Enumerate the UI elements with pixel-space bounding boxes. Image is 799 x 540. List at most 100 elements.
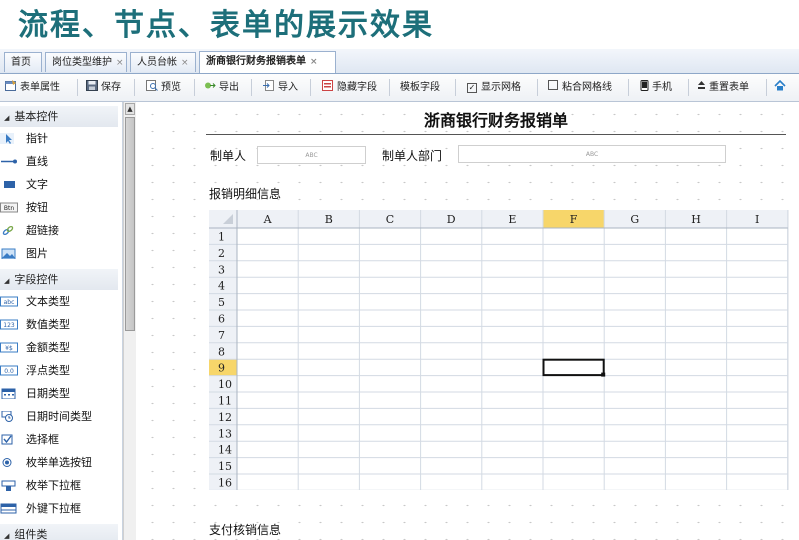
column-header-G[interactable]: G: [630, 213, 639, 226]
toolbar-divider: [251, 79, 252, 96]
column-header-D[interactable]: D: [447, 213, 456, 226]
group-field-controls[interactable]: ◢ 字段控件: [0, 269, 118, 290]
column-header-B[interactable]: B: [325, 213, 333, 226]
toolbar-divider: [134, 79, 135, 96]
form-title[interactable]: 浙商银行财务报销单: [206, 108, 786, 135]
home-button[interactable]: [774, 74, 789, 101]
template-field-button[interactable]: 模板字段: [400, 74, 440, 101]
palette-item-datetime-type[interactable]: 日期时间类型: [0, 405, 122, 428]
palette-scrollbar[interactable]: ▲: [123, 102, 136, 540]
row-header-3[interactable]: 3: [218, 263, 225, 276]
palette-item-hyperlink[interactable]: 超链接: [0, 219, 122, 242]
import-button[interactable]: 导入: [263, 74, 298, 101]
palette-item-foreign-key-dropdown[interactable]: 外键下拉框: [0, 497, 122, 520]
close-icon[interactable]: ×: [181, 58, 189, 68]
row-header-15[interactable]: 15: [218, 460, 232, 473]
tab-label: 首页: [11, 57, 31, 68]
column-header-E[interactable]: E: [508, 213, 516, 226]
group-label: 基本控件: [14, 110, 59, 123]
group-components[interactable]: ◢ 组件类: [0, 524, 118, 540]
export-label: 导出: [219, 82, 239, 93]
scrollbar-thumb[interactable]: [125, 117, 135, 331]
pointer-icon: [0, 133, 14, 144]
button-icon: Btn: [0, 202, 18, 213]
tab-expense-form[interactable]: 浙商银行财务报销表单 ×: [199, 51, 336, 73]
template-field-label: 模板字段: [400, 82, 440, 93]
tab-position-type[interactable]: 岗位类型维护 ×: [45, 52, 127, 72]
fill-handle[interactable]: [601, 372, 606, 377]
row-header-13[interactable]: 13: [218, 427, 232, 440]
currency-icon: ¥$: [0, 342, 18, 353]
palette-item-float-type[interactable]: 0.0 浮点类型: [0, 359, 122, 382]
hide-field-button[interactable]: 隐藏字段: [322, 74, 377, 101]
row-header-2[interactable]: 2: [218, 247, 225, 260]
form-properties-button[interactable]: 表单属性: [5, 74, 60, 101]
export-button[interactable]: 导出: [204, 74, 239, 101]
row-header-9[interactable]: 9: [218, 362, 225, 375]
palette-item-number-type[interactable]: 123 数值类型: [0, 313, 122, 336]
row-header-12[interactable]: 12: [218, 411, 232, 424]
snap-grid-checkbox[interactable]: 粘合网格线: [548, 74, 612, 101]
close-icon[interactable]: ×: [116, 58, 124, 68]
import-label: 导入: [278, 82, 298, 93]
collapse-triangle-icon: ◢: [4, 277, 10, 285]
palette-item-date-type[interactable]: 日期类型: [0, 382, 122, 405]
palette-item-enum-dropdown[interactable]: 枚举下拉框: [0, 474, 122, 497]
calendar-icon: [1, 388, 16, 399]
column-header-H[interactable]: H: [691, 213, 701, 226]
row-header-7[interactable]: 7: [218, 329, 225, 342]
row-header-10[interactable]: 10: [218, 378, 232, 391]
palette-item-label: 文字: [26, 178, 48, 191]
scroll-up-arrow-icon[interactable]: ▲: [125, 103, 135, 115]
close-icon[interactable]: ×: [310, 57, 318, 67]
row-header-16[interactable]: 16: [218, 477, 232, 490]
tab-label: 人员台帐: [137, 57, 177, 68]
palette-item-text[interactable]: 文字: [0, 173, 122, 196]
show-grid-checkbox[interactable]: ✓ 显示网格: [467, 74, 521, 101]
column-header-A[interactable]: A: [263, 213, 273, 226]
palette-item-label: 图片: [26, 247, 48, 260]
tab-personnel-ledger[interactable]: 人员台帐 ×: [130, 52, 196, 72]
group-basic-controls[interactable]: ◢ 基本控件: [0, 106, 118, 127]
palette-item-line[interactable]: 直线: [0, 150, 122, 173]
detail-grid[interactable]: A B C D E F G H I 1 2 3 4 5 6 7 8 9 10 11 12 13 14 15 16: [209, 210, 789, 490]
reset-icon: [698, 81, 705, 89]
float-icon: 0.0: [0, 365, 18, 376]
palette-item-image[interactable]: 图片: [0, 242, 122, 265]
row-header-1[interactable]: 1: [218, 231, 225, 244]
palette-item-label: 外键下拉框: [26, 502, 81, 515]
preview-button[interactable]: 预览: [146, 74, 181, 101]
palette-item-checkbox[interactable]: 选择框: [0, 428, 122, 451]
column-header-C[interactable]: C: [386, 213, 394, 226]
maker-dept-field[interactable]: ABC: [458, 145, 726, 163]
save-button[interactable]: 保存: [86, 74, 121, 101]
form-designer-canvas[interactable]: 浙商银行财务报销单 制单人 ABC 制单人部门 ABC 报销明细信息 ABCDE…: [136, 102, 799, 540]
form-properties-label: 表单属性: [20, 82, 60, 93]
detail-section-label[interactable]: 报销明细信息: [209, 185, 281, 202]
row-header-4[interactable]: 4: [218, 280, 225, 293]
row-header-5[interactable]: 5: [218, 296, 225, 309]
column-header-F[interactable]: F: [570, 213, 578, 226]
row-header-11[interactable]: 11: [218, 395, 232, 408]
palette-item-label: 直线: [26, 155, 48, 168]
palette-item-text-type[interactable]: abc 文本类型: [0, 290, 122, 313]
spreadsheet-grid[interactable]: A B C D E F G H I12345678910111213141516: [209, 210, 789, 490]
palette-item-currency-type[interactable]: ¥$ 金额类型: [0, 336, 122, 359]
tab-home[interactable]: 首页: [4, 52, 42, 72]
maker-label[interactable]: 制单人: [210, 147, 246, 164]
phone-button[interactable]: 手机: [640, 74, 672, 101]
palette-item-button[interactable]: Btn 按钮: [0, 196, 122, 219]
svg-text:123: 123: [3, 322, 15, 329]
row-header-14[interactable]: 14: [218, 444, 232, 457]
column-header-I[interactable]: I: [755, 213, 759, 226]
row-header-6[interactable]: 6: [218, 313, 225, 326]
maker-field[interactable]: ABC: [257, 146, 366, 164]
svg-text:Btn: Btn: [4, 205, 14, 212]
toolbar: 表单属性 保存 预览 导出 导入 隐藏字段 模板字段 ✓ 显示网格 粘合网格线 手…: [0, 74, 799, 102]
palette-item-pointer[interactable]: 指针: [0, 127, 122, 150]
palette-item-radio[interactable]: 枚举单选按钮: [0, 451, 122, 474]
payment-section-label[interactable]: 支付核销信息: [209, 521, 281, 538]
reset-form-button[interactable]: 重置表单: [697, 74, 749, 101]
row-header-8[interactable]: 8: [218, 345, 225, 358]
maker-dept-label[interactable]: 制单人部门: [382, 147, 442, 164]
